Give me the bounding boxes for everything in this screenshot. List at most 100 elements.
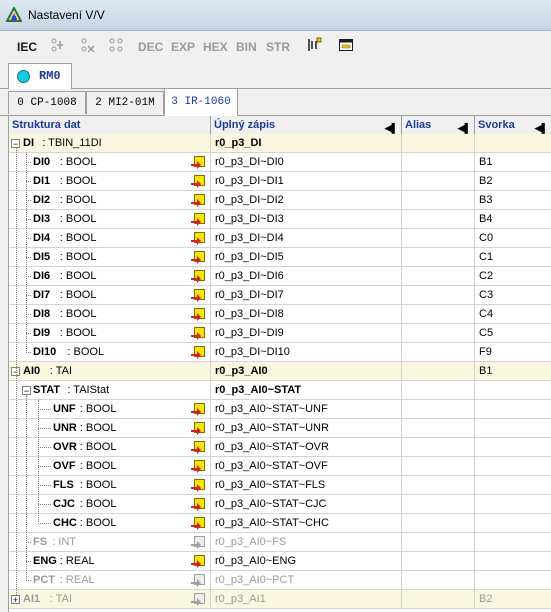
- table-row[interactable]: DI1: BOOL r0_p3_DI~DI1 B2: [9, 172, 551, 191]
- unlinked-marker-icon[interactable]: [191, 574, 205, 587]
- table-row[interactable]: ENG: REAL r0_p3_AI0~ENG: [9, 552, 551, 571]
- alias-cell[interactable]: [402, 267, 475, 286]
- table-row[interactable]: FS: INT r0_p3_AI0~FS: [9, 533, 551, 552]
- alias-cell[interactable]: [402, 248, 475, 267]
- linked-marker-icon[interactable]: [191, 289, 205, 302]
- linked-marker-icon[interactable]: [191, 555, 205, 568]
- linked-marker-icon[interactable]: [191, 213, 205, 226]
- table-row[interactable]: DI9: BOOL r0_p3_DI~DI9 C5: [9, 324, 551, 343]
- iec-button[interactable]: IEC: [17, 40, 37, 54]
- column-header-struktura[interactable]: Struktura dat: [9, 116, 211, 134]
- linked-marker-icon[interactable]: [191, 327, 205, 340]
- linked-marker-icon[interactable]: [191, 403, 205, 416]
- uplny-zapis-cell: r0_p3_AI0: [211, 362, 402, 381]
- table-row[interactable]: FLS: BOOL r0_p3_AI0~STAT~FLS: [9, 476, 551, 495]
- table-row[interactable]: DI6: BOOL r0_p3_DI~DI6 C2: [9, 267, 551, 286]
- column-header-uplny-zapis[interactable]: Úplný zápis ◀▌: [211, 116, 402, 134]
- linked-marker-icon[interactable]: [191, 232, 205, 245]
- table-row[interactable]: DI3: BOOL r0_p3_DI~DI3 B4: [9, 210, 551, 229]
- alias-cell[interactable]: [402, 514, 475, 533]
- tab-cp-1008[interactable]: 0 CP-1008: [8, 91, 86, 114]
- linked-marker-icon[interactable]: [191, 441, 205, 454]
- alias-cell[interactable]: [402, 362, 475, 381]
- hex-button[interactable]: HEX: [203, 40, 228, 54]
- alias-cell[interactable]: [402, 533, 475, 552]
- alias-cell[interactable]: [402, 590, 475, 609]
- alias-cell[interactable]: [402, 495, 475, 514]
- collapse-icon[interactable]: −: [11, 139, 20, 149]
- variable-list-icon[interactable]: [306, 37, 322, 53]
- alias-cell[interactable]: [402, 191, 475, 210]
- table-row[interactable]: DI7: BOOL r0_p3_DI~DI7 C3: [9, 286, 551, 305]
- linked-marker-icon[interactable]: [191, 517, 205, 530]
- table-row[interactable]: DI2: BOOL r0_p3_DI~DI2 B3: [9, 191, 551, 210]
- str-button[interactable]: STR: [266, 40, 290, 54]
- table-row[interactable]: DI0: BOOL r0_p3_DI~DI0 B1: [9, 153, 551, 172]
- alias-cell[interactable]: [402, 305, 475, 324]
- column-header-svorka[interactable]: Svorka ◀▌: [475, 116, 551, 134]
- exp-button[interactable]: EXP: [171, 40, 195, 54]
- table-row[interactable]: + AI1: TAI r0_p3_AI1 B2: [9, 590, 551, 609]
- field-type: : BOOL: [59, 289, 97, 301]
- alias-cell[interactable]: [402, 419, 475, 438]
- tree-icon[interactable]: [108, 37, 124, 53]
- table-row[interactable]: DI5: BOOL r0_p3_DI~DI5 C1: [9, 248, 551, 267]
- table-row[interactable]: UNF: BOOL r0_p3_AI0~STAT~UNF: [9, 400, 551, 419]
- alias-cell[interactable]: [402, 324, 475, 343]
- linked-marker-icon[interactable]: [191, 308, 205, 321]
- delete-rows-icon[interactable]: [79, 37, 95, 53]
- table-row[interactable]: DI4: BOOL r0_p3_DI~DI4 C0: [9, 229, 551, 248]
- table-row[interactable]: − DI: TBIN_11DI r0_p3_DI: [9, 134, 551, 153]
- table-row[interactable]: OVR: BOOL r0_p3_AI0~STAT~OVR: [9, 438, 551, 457]
- linked-marker-icon[interactable]: [191, 175, 205, 188]
- expand-icon[interactable]: +: [11, 595, 20, 605]
- alias-cell[interactable]: [402, 457, 475, 476]
- alias-cell[interactable]: [402, 476, 475, 495]
- alias-cell[interactable]: [402, 571, 475, 590]
- tab-ir-1060[interactable]: 3 IR-1060: [164, 88, 238, 116]
- linked-marker-icon[interactable]: [191, 422, 205, 435]
- linked-marker-icon[interactable]: [191, 156, 205, 169]
- alias-cell[interactable]: [402, 400, 475, 419]
- table-row[interactable]: PCT: REAL r0_p3_AI0~PCT: [9, 571, 551, 590]
- alias-cell[interactable]: [402, 229, 475, 248]
- dec-button[interactable]: DEC: [138, 40, 163, 54]
- table-row[interactable]: DI8: BOOL r0_p3_DI~DI8 C4: [9, 305, 551, 324]
- linked-marker-icon[interactable]: [191, 479, 205, 492]
- table-row[interactable]: UNR: BOOL r0_p3_AI0~STAT~UNR: [9, 419, 551, 438]
- unlinked-marker-icon[interactable]: [191, 536, 205, 549]
- table-row[interactable]: CHC: BOOL r0_p3_AI0~STAT~CHC: [9, 514, 551, 533]
- tab-rm0[interactable]: RM0: [8, 63, 72, 89]
- tab-mi2-01m[interactable]: 2 MI2-01M: [86, 91, 164, 114]
- column-header-alias[interactable]: Alias ◀▌: [402, 116, 475, 134]
- linked-marker-icon[interactable]: [191, 498, 205, 511]
- alias-cell[interactable]: [402, 153, 475, 172]
- struktura-cell: DI4: BOOL: [9, 229, 211, 248]
- table-row[interactable]: CJC: BOOL r0_p3_AI0~STAT~CJC: [9, 495, 551, 514]
- field-name: UNF: [53, 403, 76, 415]
- linked-marker-icon[interactable]: [191, 194, 205, 207]
- alias-cell[interactable]: [402, 552, 475, 571]
- table-row[interactable]: DI10: BOOL r0_p3_DI~DI10 F9: [9, 343, 551, 362]
- alias-cell[interactable]: [402, 343, 475, 362]
- uplny-zapis-cell: r0_p3_DI~DI1: [211, 172, 402, 191]
- linked-marker-icon[interactable]: [191, 346, 205, 359]
- linked-marker-icon[interactable]: [191, 460, 205, 473]
- table-row[interactable]: OVF: BOOL r0_p3_AI0~STAT~OVF: [9, 457, 551, 476]
- linked-marker-icon[interactable]: [191, 251, 205, 264]
- bin-button[interactable]: BIN: [236, 40, 257, 54]
- collapse-icon[interactable]: −: [22, 386, 31, 396]
- unlinked-marker-icon[interactable]: [191, 593, 205, 606]
- table-row[interactable]: − AI0: TAI r0_p3_AI0 B1: [9, 362, 551, 381]
- alias-cell[interactable]: [402, 134, 475, 153]
- alias-cell[interactable]: [402, 438, 475, 457]
- insert-rows-icon[interactable]: [49, 37, 65, 53]
- alias-cell[interactable]: [402, 286, 475, 305]
- linked-marker-icon[interactable]: [191, 270, 205, 283]
- alias-cell[interactable]: [402, 172, 475, 191]
- alias-cell[interactable]: [402, 210, 475, 229]
- window-icon[interactable]: [338, 37, 354, 53]
- field-type: : TAIStat: [67, 384, 110, 396]
- table-row[interactable]: − STAT: TAIStat r0_p3_AI0~STAT: [9, 381, 551, 400]
- alias-cell[interactable]: [402, 381, 475, 400]
